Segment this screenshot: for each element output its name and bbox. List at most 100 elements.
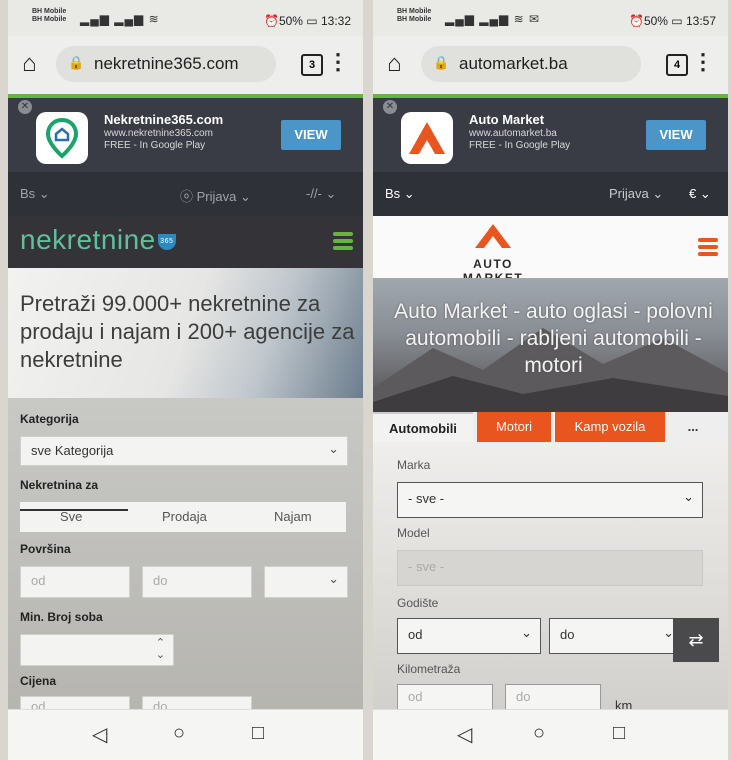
currency-select[interactable]: -//- ⌄	[306, 186, 336, 202]
carrier-1: BH Mobile	[32, 8, 67, 15]
site-header: nekretnine 365	[8, 216, 363, 268]
hero-section: Pretraži 99.000+ nekretnine za prodaju i…	[8, 268, 363, 398]
home-icon[interactable]: ⌂	[22, 50, 37, 78]
banner-url: www.automarket.ba	[469, 128, 557, 139]
area-from-input[interactable]: od	[20, 566, 130, 598]
km-to-placeholder: do	[516, 689, 531, 704]
home-circle-icon[interactable]: ○	[533, 722, 545, 745]
make-select[interactable]: - sve - ⌄	[397, 482, 703, 518]
language-label: Bs	[20, 186, 36, 201]
hamburger-menu-icon[interactable]	[698, 238, 718, 259]
purpose-segmented-control: Sve Prodaja Najam	[20, 502, 346, 532]
rooms-stepper[interactable]: ⌃ ⌄	[20, 634, 174, 666]
area-unit-select[interactable]: ⌄	[264, 566, 348, 598]
language-select[interactable]: Bs ⌄	[20, 186, 50, 202]
banner-free: FREE - In Google Play	[469, 140, 571, 151]
login-menu[interactable]: Prijava ⌄	[609, 186, 663, 202]
battery-clock: ⏰50% ▭ 13:57	[629, 14, 716, 28]
language-select[interactable]: Bs ⌄	[385, 186, 415, 202]
chevron-down-icon: ⌄	[521, 625, 532, 640]
chevron-down-icon: ⌄	[240, 189, 251, 204]
login-menu[interactable]: ⓞ Prijava ⌄	[180, 186, 251, 205]
search-form: Kategorija sve Kategorija ⌄ Nekretnina z…	[8, 398, 363, 712]
category-select[interactable]: sve Kategorija ⌄	[20, 436, 348, 466]
carrier-2: BH Mobile	[397, 16, 432, 23]
url-text: automarket.ba	[459, 54, 568, 73]
make-value: - sve -	[408, 491, 445, 506]
tab-switcher-button[interactable]: 3	[301, 54, 323, 76]
more-tabs-icon[interactable]: ...	[673, 412, 713, 442]
chevron-down-icon: ⌄	[683, 489, 694, 504]
purpose-label: Nekretnina za	[20, 478, 99, 492]
view-button[interactable]: VIEW	[281, 120, 341, 150]
site-logo[interactable]: AUTO MARKET	[443, 222, 543, 285]
recents-icon[interactable]: □	[613, 722, 625, 745]
area-to-input[interactable]: do	[142, 566, 252, 598]
currency-label: €	[689, 186, 697, 201]
area-to-placeholder: do	[153, 573, 168, 588]
address-bar[interactable]: 🔒 automarket.ba	[421, 46, 641, 82]
menu-kebab-icon[interactable]: ⋮	[692, 50, 714, 74]
address-bar[interactable]: 🔒 nekretnine365.com	[56, 46, 276, 82]
recents-icon[interactable]: □	[252, 722, 264, 745]
vehicle-tabs: Automobili Motori Kamp vozila ...	[373, 412, 728, 444]
status-bar: BH Mobile BH Mobile ▂▄▆ ▂▄▆ ≋ ⏰50% ▭ 13:…	[8, 0, 363, 36]
auto-market-logo-icon	[409, 122, 445, 154]
year-to-select[interactable]: do ⌄	[549, 618, 683, 654]
hero-title: Pretraži 99.000+ nekretnine za prodaju i…	[20, 291, 355, 372]
swap-arrows-icon[interactable]: ⇄	[673, 618, 719, 662]
km-to-input[interactable]: do	[505, 684, 601, 712]
km-from-input[interactable]: od	[397, 684, 493, 712]
home-icon[interactable]: ⌂	[387, 50, 402, 78]
tab-kamp-vozila[interactable]: Kamp vozila	[555, 412, 665, 442]
purpose-option-all[interactable]: Sve	[60, 509, 82, 524]
area-from-placeholder: od	[31, 573, 46, 588]
browser-toolbar: ⌂ 🔒 nekretnine365.com 3 ⋮	[8, 36, 363, 94]
currency-select[interactable]: € ⌄	[689, 186, 711, 202]
carrier-labels: BH Mobile BH Mobile	[32, 8, 66, 24]
app-icon	[401, 112, 453, 164]
model-select[interactable]: - sve -	[397, 550, 703, 586]
area-label: Površina	[20, 542, 71, 556]
site-logo[interactable]: nekretnine 365	[20, 224, 176, 256]
view-button[interactable]: VIEW	[646, 120, 706, 150]
chevron-down-icon: ⌄	[699, 186, 711, 201]
right-phone-screen: BH Mobile BH Mobile ▂▄▆ ▂▄▆ ≋ ✉ ⏰50% ▭ 1…	[373, 0, 728, 760]
logo-text: nekretnine	[20, 224, 156, 255]
app-icon	[36, 112, 88, 164]
model-value: - sve -	[408, 559, 445, 574]
back-icon[interactable]: ◁	[457, 722, 472, 747]
tab-switcher-button[interactable]: 4	[666, 54, 688, 76]
tab-motori[interactable]: Motori	[477, 412, 551, 442]
browser-toolbar: ⌂ 🔒 automarket.ba 4 ⋮	[373, 36, 728, 94]
url-text: nekretnine365.com	[94, 54, 239, 73]
status-bar: BH Mobile BH Mobile ▂▄▆ ▂▄▆ ≋ ✉ ⏰50% ▭ 1…	[373, 0, 728, 36]
hero-section: Auto Market - auto oglasi - polovni auto…	[373, 278, 728, 412]
user-icon: ⓞ	[180, 189, 194, 204]
home-circle-icon[interactable]: ○	[173, 722, 185, 745]
category-label: Kategorija	[20, 412, 79, 426]
close-icon[interactable]: ✕	[18, 100, 32, 114]
lock-icon: 🔒	[433, 55, 450, 70]
menu-kebab-icon[interactable]: ⋮	[327, 50, 349, 74]
year-label: Godište	[397, 596, 439, 610]
km-from-placeholder: od	[408, 689, 423, 704]
purpose-option-rent[interactable]: Najam	[274, 509, 312, 524]
year-from-value: od	[408, 627, 423, 642]
purpose-option-sale[interactable]: Prodaja	[162, 509, 207, 524]
currency-label: -//-	[306, 186, 322, 201]
year-from-select[interactable]: od ⌄	[397, 618, 541, 654]
stepper-arrows-icon: ⌃ ⌄	[155, 637, 165, 661]
banner-title: Nekretnine365.com	[104, 112, 224, 127]
back-icon[interactable]: ◁	[92, 722, 107, 747]
logo-badge: 365	[157, 233, 176, 250]
km-label: Kilometraža	[397, 662, 461, 676]
signal-wifi-icon: ▂▄▆ ▂▄▆ ≋ ✉	[445, 12, 541, 26]
close-icon[interactable]: ✕	[383, 100, 397, 114]
hamburger-menu-icon[interactable]	[333, 232, 353, 253]
tab-automobili[interactable]: Automobili	[373, 412, 473, 444]
search-form: Marka - sve - ⌄ Model - sve - Godište od…	[373, 442, 728, 713]
selected-indicator	[20, 509, 128, 511]
make-label: Marka	[397, 458, 431, 472]
category-value: sve Kategorija	[31, 443, 114, 458]
